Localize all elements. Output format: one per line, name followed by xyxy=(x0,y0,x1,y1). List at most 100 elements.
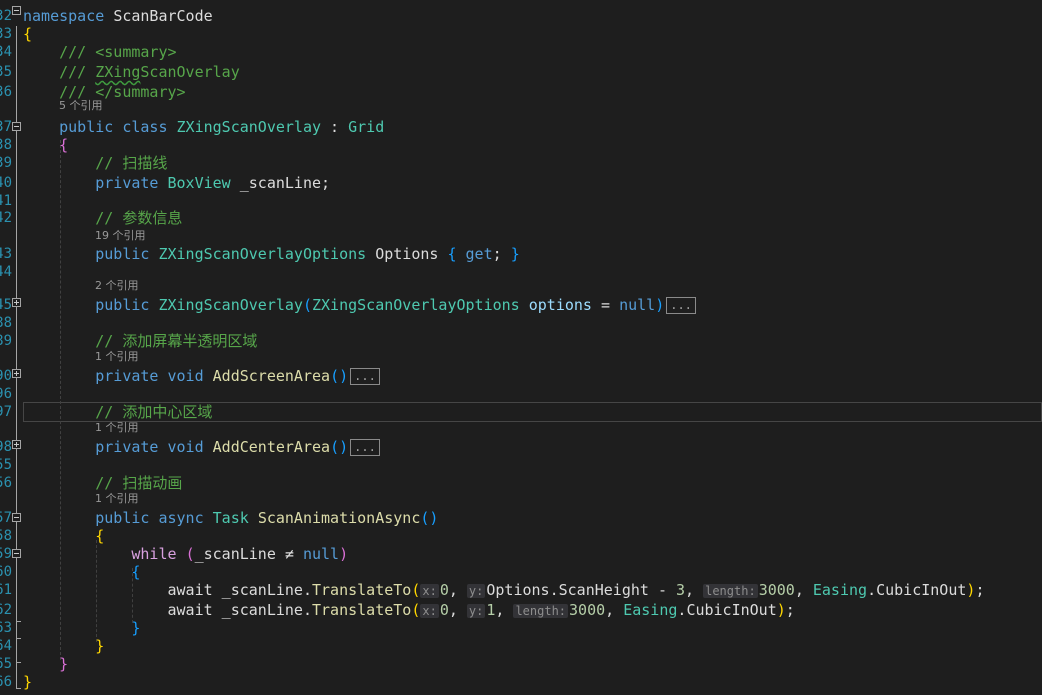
code-token: /// xyxy=(23,63,96,81)
code-line[interactable]: { xyxy=(23,526,104,546)
line-number: 38 xyxy=(0,137,12,153)
code-token: // 添加中心区域 xyxy=(23,403,213,421)
code-line[interactable]: // 扫描线 xyxy=(23,153,167,173)
code-token: options xyxy=(519,296,592,314)
collapse-icon[interactable] xyxy=(12,513,21,522)
line-number: 39 xyxy=(0,155,12,171)
code-line[interactable]: public ZXingScanOverlay(ZXingScanOverlay… xyxy=(23,295,696,315)
references-codelens[interactable]: 1 个引用 xyxy=(95,492,139,506)
expand-icon[interactable] xyxy=(12,298,21,307)
parameter-inlay-hint: y: xyxy=(466,584,486,598)
line-number: 32 xyxy=(0,8,12,24)
collapsed-region-ellipsis[interactable]: ... xyxy=(350,368,380,385)
code-token: private void xyxy=(23,367,213,385)
code-token: , xyxy=(448,581,467,599)
code-line[interactable]: private BoxView _scanLine; xyxy=(23,173,330,193)
code-line[interactable]: } xyxy=(23,672,32,692)
code-line[interactable]: // 参数信息 xyxy=(23,208,182,228)
code-token: { xyxy=(447,245,457,263)
code-token: 3000 xyxy=(569,601,606,619)
code-line[interactable]: /// ZXingScanOverlay xyxy=(23,62,240,82)
line-number: 62 xyxy=(0,602,12,618)
parameter-inlay-hint: x: xyxy=(420,604,439,618)
code-line[interactable]: while (_scanLine ≠ null) xyxy=(23,544,348,564)
line-number: 88 xyxy=(0,315,12,331)
code-token: ( xyxy=(185,545,195,563)
code-token: ; xyxy=(785,601,795,619)
code-line[interactable]: { xyxy=(23,24,32,44)
line-number: 58 xyxy=(0,528,12,544)
code-token: ZXingScanOverlay xyxy=(158,296,303,314)
line-number: 37 xyxy=(0,119,12,135)
line-number: 97 xyxy=(0,404,12,420)
code-line[interactable]: /// </summary> xyxy=(23,82,186,102)
code-token: ; xyxy=(492,245,511,263)
code-line[interactable]: namespace ScanBarCode xyxy=(23,6,213,26)
code-token: /// <summary> xyxy=(23,43,177,61)
code-token: () xyxy=(330,367,349,385)
collapsed-region-ellipsis[interactable]: ... xyxy=(350,439,380,456)
code-token: } xyxy=(23,619,141,637)
code-line[interactable]: public class ZXingScanOverlay : Grid xyxy=(23,117,384,137)
parameter-inlay-hint: length: xyxy=(513,604,569,618)
code-token: private xyxy=(23,174,168,192)
line-number: 66 xyxy=(0,674,12,690)
references-codelens[interactable]: 1 个引用 xyxy=(95,350,139,364)
fold-region-end xyxy=(16,638,21,639)
code-token: = xyxy=(591,296,620,314)
code-line[interactable]: private void AddCenterArea()... xyxy=(23,437,380,457)
expand-icon[interactable] xyxy=(12,369,21,378)
code-token: /// </summary> xyxy=(23,83,186,101)
code-line[interactable]: { xyxy=(23,562,140,582)
line-number: 45 xyxy=(0,297,12,313)
code-token: public xyxy=(23,296,159,314)
line-number: 59 xyxy=(0,546,12,562)
code-token: { xyxy=(23,136,69,154)
code-token: . xyxy=(867,581,877,599)
code-token: _scanLine; xyxy=(230,174,331,192)
code-token: } xyxy=(23,673,33,691)
code-line[interactable]: // 扫描动画 xyxy=(23,473,182,493)
code-editor[interactable]: 32 namespace ScanBarCode 33 {34 /// <summar… xyxy=(0,0,1042,695)
references-codelens[interactable]: 19 个引用 xyxy=(95,229,146,243)
code-token: } xyxy=(510,245,520,263)
code-token: _scanLine ≠ xyxy=(194,545,303,563)
line-number: 35 xyxy=(0,64,12,80)
line-number: 56 xyxy=(0,475,12,491)
code-line[interactable]: } xyxy=(23,618,140,638)
code-token: } xyxy=(23,637,105,655)
code-token: { xyxy=(23,25,33,43)
parameter-inlay-hint: x: xyxy=(420,584,439,598)
code-line[interactable]: } xyxy=(23,636,104,656)
code-line[interactable]: private void AddScreenArea()... xyxy=(23,366,380,386)
collapse-icon[interactable] xyxy=(12,122,21,131)
code-token: // 添加屏幕半透明区域 xyxy=(23,332,258,350)
line-number: 90 xyxy=(0,368,12,384)
code-token: : xyxy=(321,118,349,136)
code-token: , xyxy=(495,601,514,619)
code-line[interactable]: // 添加屏幕半透明区域 xyxy=(23,331,257,351)
references-codelens[interactable]: 1 个引用 xyxy=(95,421,139,435)
code-token: TranslateTo xyxy=(311,581,412,599)
expand-icon[interactable] xyxy=(12,440,21,449)
code-token: ScanOverlay xyxy=(140,63,240,81)
references-codelens[interactable]: 2 个引用 xyxy=(95,279,139,293)
collapsed-region-ellipsis[interactable]: ... xyxy=(666,297,696,314)
references-codelens[interactable]: 5 个引用 xyxy=(59,99,103,113)
collapse-icon[interactable] xyxy=(12,549,21,558)
line-number: 36 xyxy=(0,84,12,100)
code-line[interactable]: // 添加中心区域 xyxy=(23,402,212,422)
code-line[interactable]: } xyxy=(23,654,68,674)
code-line[interactable]: await _scanLine.TranslateTo(x: 0, y: Optio… xyxy=(23,580,984,601)
code-line[interactable]: public ZXingScanOverlayOptions Options {… xyxy=(23,244,520,264)
collapse-icon[interactable] xyxy=(12,6,21,15)
code-token: Options.ScanHeight - xyxy=(486,581,677,599)
code-line[interactable]: /// <summary> xyxy=(23,42,177,62)
code-line[interactable]: public async Task ScanAnimationAsync() xyxy=(23,508,438,528)
code-token: public async xyxy=(23,509,213,527)
code-token: ) xyxy=(655,296,665,314)
line-number: 34 xyxy=(0,44,12,60)
code-line[interactable]: { xyxy=(23,135,68,155)
